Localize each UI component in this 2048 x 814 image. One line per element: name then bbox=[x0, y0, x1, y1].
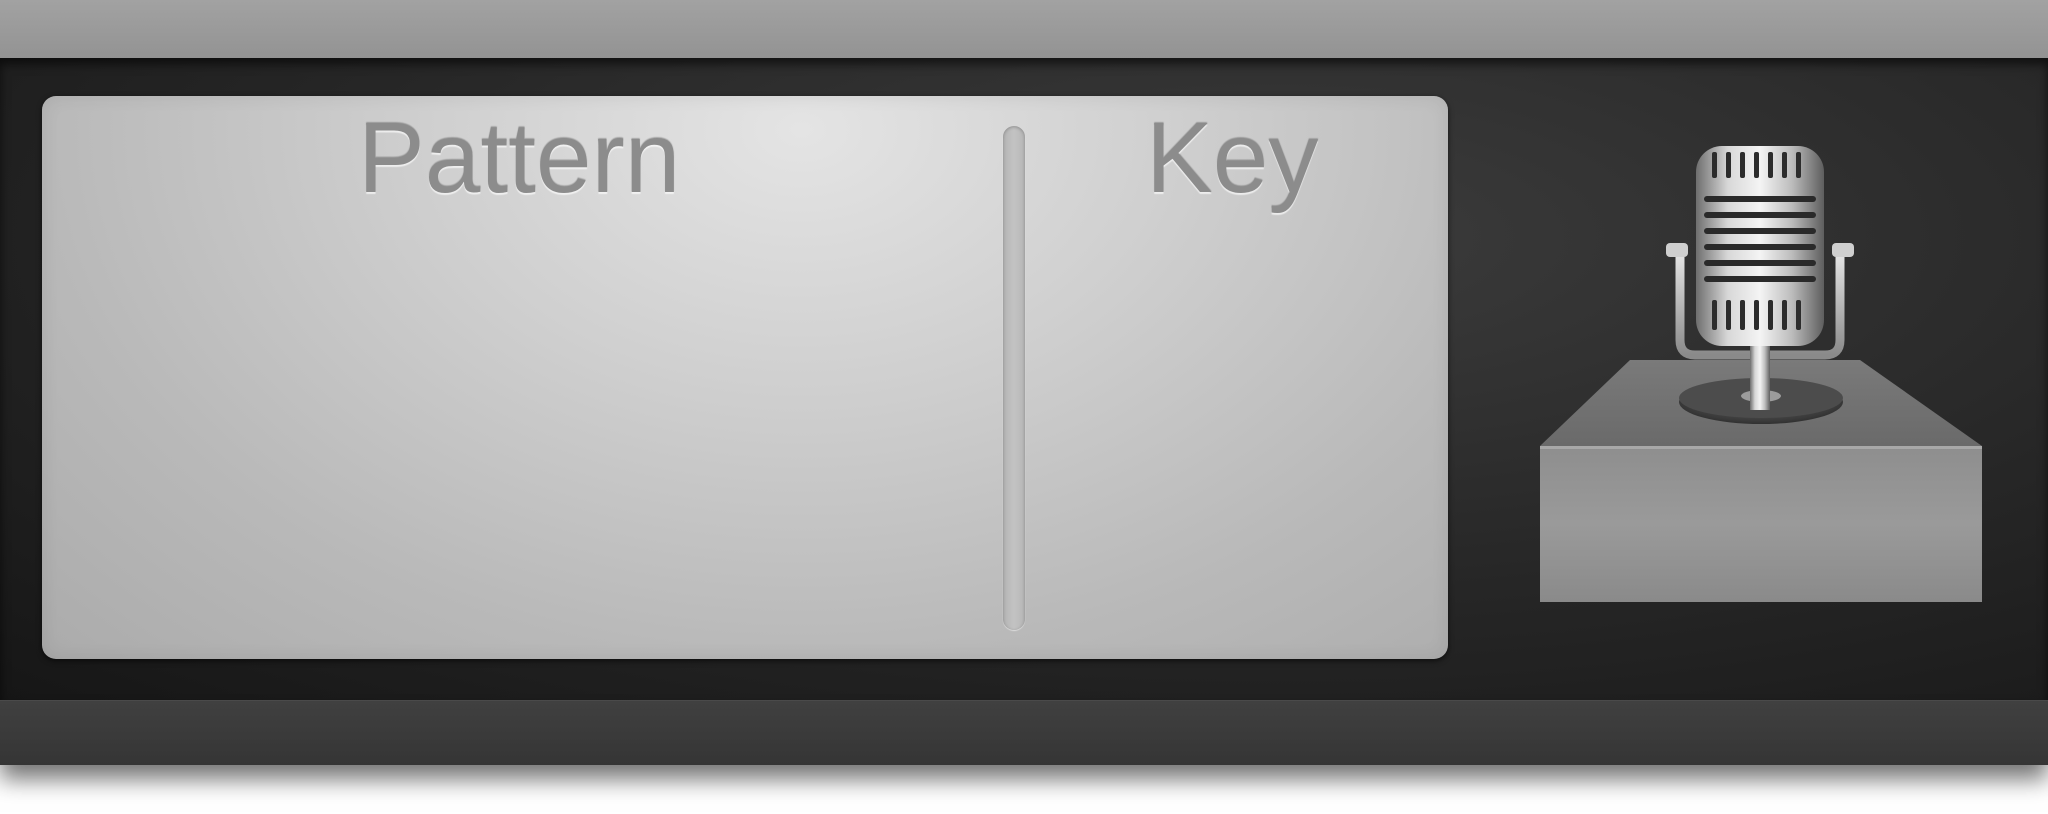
column-title-key[interactable]: Key bbox=[1146, 108, 1318, 208]
column-divider[interactable] bbox=[1003, 126, 1025, 630]
column-title-pattern[interactable]: Pattern bbox=[358, 108, 680, 208]
app-frame: Pattern Key bbox=[0, 0, 2048, 765]
microphone-icon[interactable] bbox=[1660, 140, 1860, 430]
bottom-bar bbox=[0, 700, 2048, 765]
top-bar bbox=[0, 0, 2048, 58]
